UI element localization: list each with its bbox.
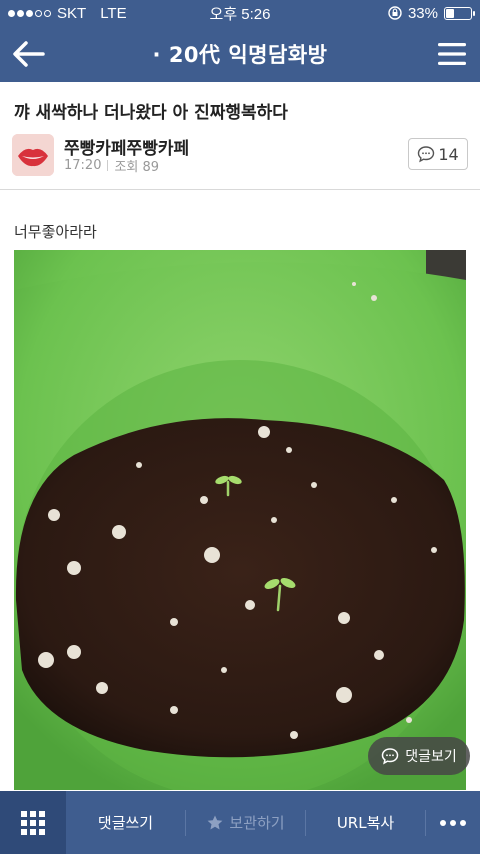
back-button[interactable]: [0, 26, 56, 82]
bookmark-button[interactable]: 보관하기: [186, 791, 305, 854]
view-count: 조회 89: [114, 160, 160, 175]
post-meta: 17:20 조회 89: [64, 156, 159, 175]
menu-button[interactable]: [424, 26, 480, 82]
comment-count: 14: [438, 144, 459, 164]
signal-strength-icon: [8, 9, 51, 17]
copy-url-button[interactable]: URL복사: [306, 791, 425, 854]
battery-percent: 33%: [407, 4, 438, 22]
copy-url-label: URL복사: [336, 814, 395, 832]
star-icon: [207, 815, 223, 829]
grid-icon: [21, 810, 45, 835]
lips-avatar-image: [12, 134, 54, 176]
write-comment-button[interactable]: 댓글쓰기: [66, 791, 185, 854]
carrier-label: SKT: [57, 4, 87, 22]
back-arrow-icon: [13, 41, 45, 67]
grid-menu-button[interactable]: [0, 791, 66, 854]
comment-count-button[interactable]: 14: [408, 138, 468, 170]
speech-bubble-icon: [381, 748, 399, 765]
hamburger-menu-icon: [438, 43, 466, 65]
nav-bar: · 20代 익명담화방: [0, 26, 480, 82]
avatar[interactable]: [12, 134, 54, 176]
more-options-button[interactable]: [426, 791, 480, 854]
status-bar: SKT LTE 오후 5:26 33%: [0, 0, 480, 26]
rotation-lock-icon: [388, 6, 402, 20]
view-comments-label: 댓글보기: [405, 749, 457, 765]
network-label: LTE: [100, 4, 127, 22]
battery-icon: [444, 6, 475, 20]
post-time: 17:20: [64, 158, 102, 173]
post-body-text: 너무좋아라라: [14, 223, 97, 241]
meta-divider: [107, 160, 109, 171]
bottom-toolbar: 댓글쓰기 보관하기 URL복사: [0, 791, 480, 854]
more-dots-icon: [440, 819, 466, 826]
view-comments-button[interactable]: 댓글보기: [368, 737, 470, 775]
write-comment-label: 댓글쓰기: [97, 814, 154, 832]
bookmark-label: 보관하기: [229, 814, 285, 832]
post-image[interactable]: [14, 250, 466, 790]
post-title: 꺄 새싹하나 더나왔다 아 진짜행복하다: [14, 103, 288, 123]
board-title: · 20代 익명담화방: [152, 43, 328, 67]
sprout-pot-photo: [14, 250, 466, 790]
post-header: 꺄 새싹하나 더나왔다 아 진짜행복하다 쭈빵카페쭈빵카페 17:20 조회 8…: [0, 82, 480, 190]
speech-bubble-icon: [418, 146, 435, 163]
